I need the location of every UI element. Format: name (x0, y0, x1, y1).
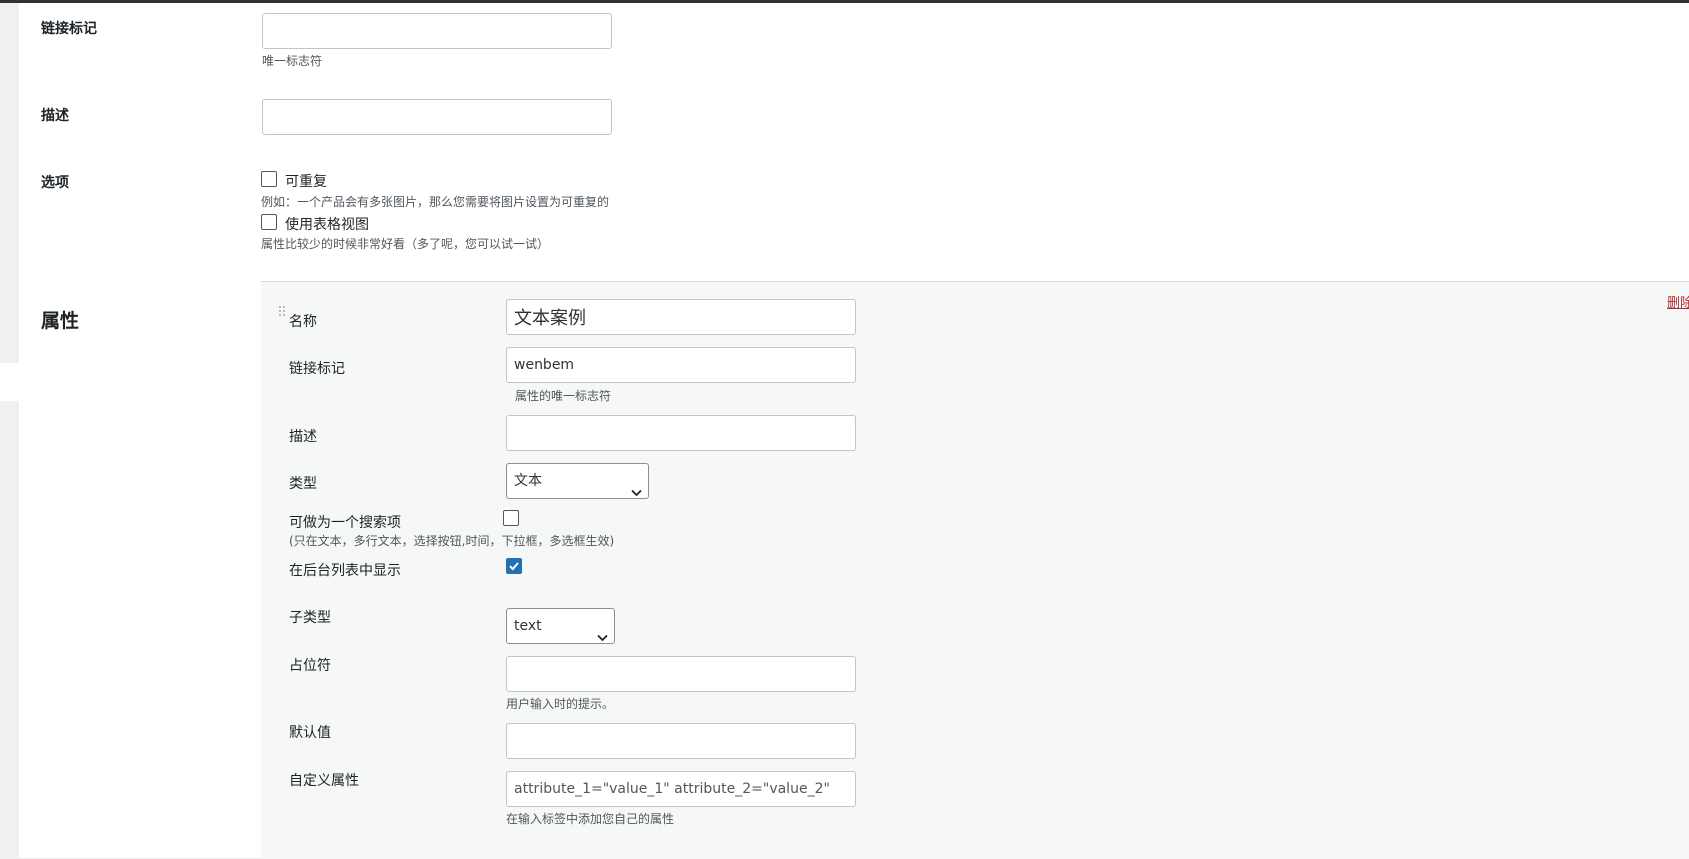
attr-link-mark-input[interactable] (506, 347, 856, 383)
attr-default-value-label: 默认值 (289, 725, 331, 741)
attr-placeholder-hint: 用户输入时的提示。 (506, 697, 615, 711)
left-gutter (0, 3, 19, 858)
link-mark-label: 链接标记 (41, 21, 97, 37)
attr-name-label: 名称 (289, 314, 317, 330)
chevron-down-icon (631, 476, 642, 510)
attributes-heading: 属性 (41, 310, 80, 332)
attr-custom-label: 自定义属性 (289, 773, 359, 789)
attr-custom-hint: 在输入标签中添加您自己的属性 (506, 812, 675, 826)
attr-show-in-list-checkbox[interactable] (506, 558, 522, 574)
attr-name-input[interactable] (506, 299, 856, 335)
attr-searchable-label: 可做为一个搜索项 (289, 515, 401, 531)
attr-type-selected: 文本 (514, 473, 542, 489)
attr-type-label: 类型 (289, 476, 317, 492)
table-view-checkbox[interactable] (261, 214, 277, 230)
attr-default-value-input[interactable] (506, 723, 856, 759)
attr-subtype-select[interactable]: text (506, 608, 615, 644)
attr-description-label: 描述 (289, 429, 317, 445)
attr-placeholder-input[interactable] (506, 656, 856, 692)
gutter-notch (0, 363, 19, 401)
chevron-down-icon (597, 621, 608, 655)
attr-placeholder-label: 占位符 (289, 658, 331, 674)
attr-subtype-label: 子类型 (289, 610, 331, 626)
table-view-label: 使用表格视图 (285, 217, 369, 233)
repeatable-hint: 例如：一个产品会有多张图片，那么您需要将图片设置为可重复的 (261, 195, 610, 209)
attr-link-mark-label: 链接标记 (289, 361, 345, 377)
attr-show-in-list-label: 在后台列表中显示 (289, 563, 401, 579)
attribute-item (261, 281, 1689, 859)
link-mark-hint: 唯一标志符 (262, 54, 323, 68)
attr-searchable-checkbox[interactable] (503, 510, 519, 526)
description-input[interactable] (262, 99, 612, 135)
repeatable-checkbox[interactable] (261, 171, 277, 187)
repeatable-label: 可重复 (285, 174, 327, 190)
checkmark-icon (509, 562, 519, 571)
delete-attribute-link[interactable]: 删除 (1667, 292, 1689, 311)
attr-searchable-hint: (只在文本，多行文本，选择按钮,时间，下拉框，多选框生效) (289, 534, 615, 548)
link-mark-input[interactable] (262, 13, 612, 49)
description-label: 描述 (41, 108, 69, 124)
drag-handle-icon[interactable] (278, 304, 286, 323)
attr-custom-input[interactable] (506, 771, 856, 807)
attr-subtype-selected: text (514, 618, 542, 634)
attr-description-input[interactable] (506, 415, 856, 451)
attr-type-select[interactable]: 文本 (506, 463, 649, 499)
options-label: 选项 (41, 175, 69, 191)
table-view-hint: 属性比较少的时候非常好看（多了呢，您可以试一试） (261, 237, 550, 251)
attr-link-mark-hint: 属性的唯一标志符 (515, 389, 612, 403)
